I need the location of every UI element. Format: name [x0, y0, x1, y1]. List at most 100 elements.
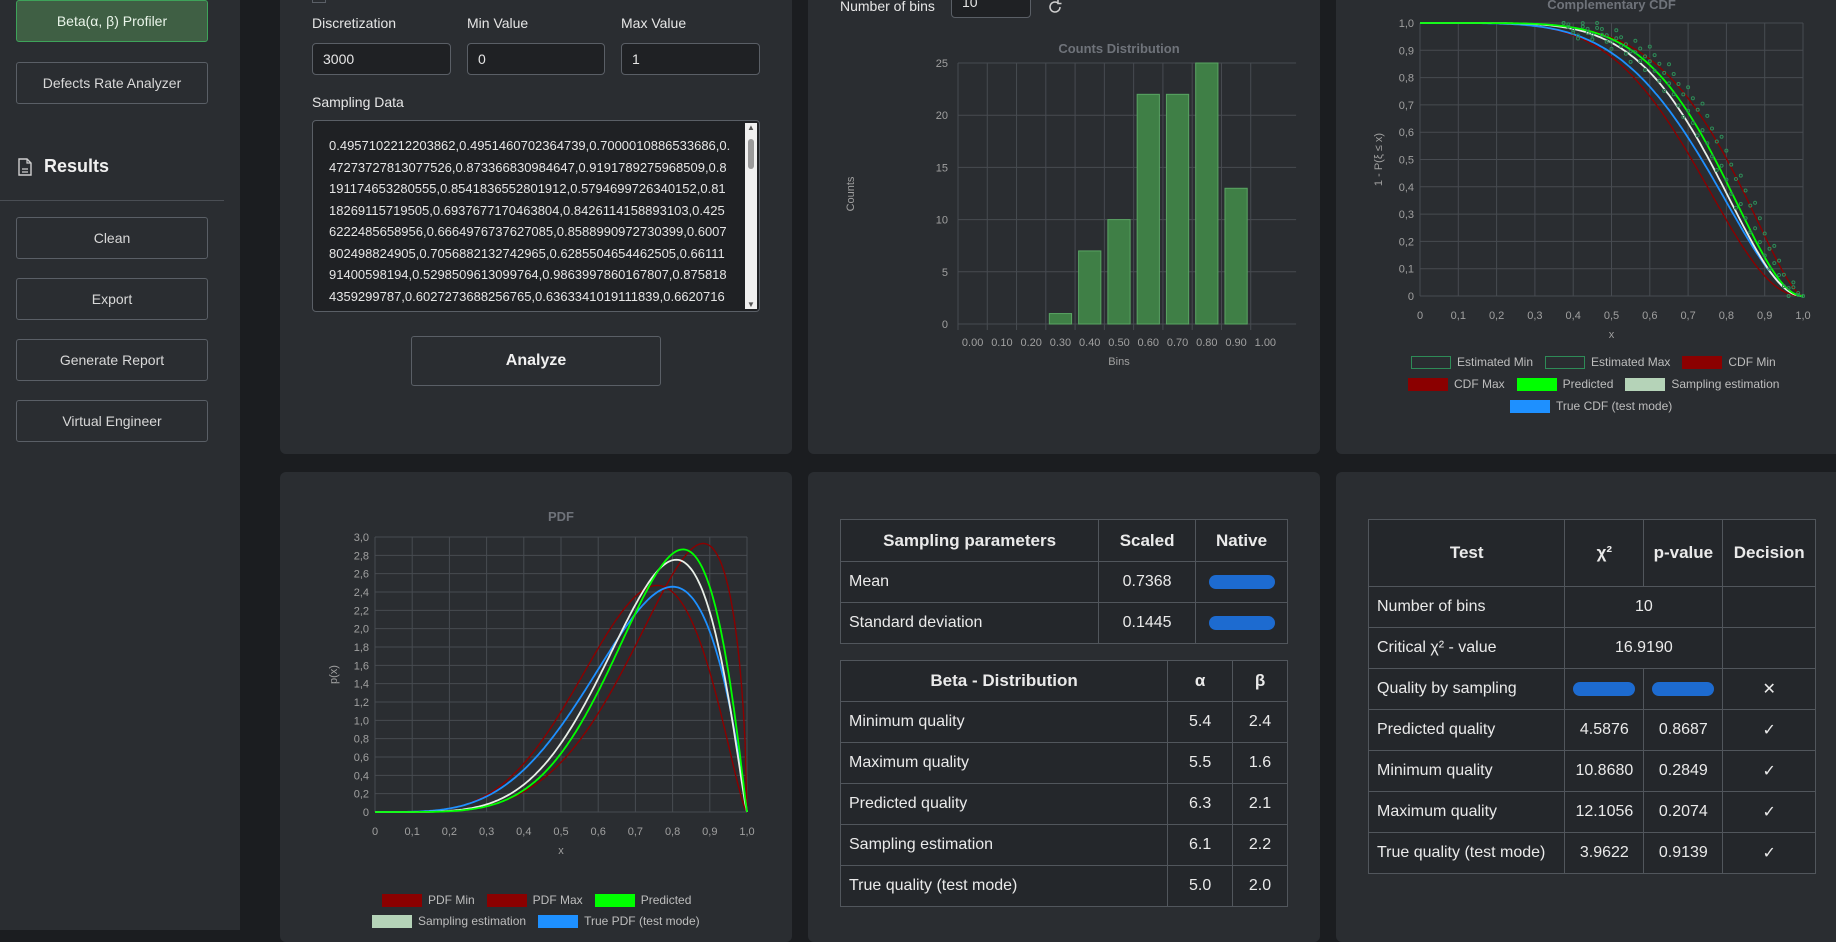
number-of-bins-input[interactable]: 10	[951, 0, 1031, 18]
x-tick-label: 0,5	[553, 826, 568, 838]
checkbox[interactable]	[312, 0, 326, 3]
x-tick-label: 1,0	[739, 826, 754, 838]
x-tick-label: 0,2	[1489, 310, 1504, 322]
x-tick-label: 0.50	[1108, 337, 1129, 349]
sampling-data-textarea[interactable]: 0.4957102212203862,0.4951460702364739,0.…	[312, 120, 760, 312]
sidebar-divider	[0, 200, 224, 201]
table-row: Number of bins 10	[1367, 586, 1816, 628]
defects-rate-analyzer-button[interactable]: Defects Rate Analyzer	[16, 62, 208, 104]
legend-label: Estimated Min	[1457, 355, 1534, 369]
critical-label: Critical χ² - value	[1367, 627, 1566, 669]
textarea-scrollbar[interactable]: ▲ ▼	[745, 123, 757, 309]
y-tick-label: 0,7	[1399, 100, 1414, 112]
legend-label: True CDF (test mode)	[1556, 399, 1673, 413]
legend-label: CDF Min	[1728, 355, 1776, 369]
bar	[1224, 187, 1248, 325]
y-tick-label: 0	[1408, 291, 1414, 303]
x-tick-label: 0	[1417, 310, 1423, 322]
refresh-icon[interactable]	[1046, 0, 1064, 16]
min-value-label: Min Value	[467, 15, 529, 31]
beta-value: 2.2	[1232, 824, 1288, 866]
beta-header: β	[1232, 660, 1288, 702]
legend-swatch	[382, 893, 422, 907]
table-row: Predicted quality 6.3 2.1	[839, 783, 1288, 825]
y-tick-label: 1,2	[354, 697, 369, 709]
alpha-value: 5.5	[1167, 742, 1234, 784]
x-tick-label: 0,7	[628, 826, 643, 838]
row-label: Minimum quality	[839, 701, 1169, 743]
table-row: Minimum quality 5.4 2.4	[839, 701, 1288, 743]
bar	[1136, 93, 1160, 325]
legend-label: Predicted	[1562, 377, 1614, 391]
chart-title: PDF	[548, 509, 574, 524]
x-tick-label: 0,7	[1680, 310, 1695, 322]
legend-swatch	[594, 893, 635, 907]
x-tick-label: 0.80	[1196, 337, 1217, 349]
y-tick-label: 0,6	[1399, 127, 1414, 139]
y-tick-label: 20	[936, 110, 948, 122]
x-tick-label: 0.90	[1225, 337, 1246, 349]
x-tick-label: 0	[372, 826, 378, 838]
min-value-input[interactable]: 0	[467, 43, 605, 75]
sampling-chi-redacted	[1564, 668, 1645, 710]
analyze-button[interactable]: Analyze	[411, 336, 661, 386]
clean-button[interactable]: Clean	[16, 217, 208, 259]
legend-swatch	[1411, 355, 1451, 369]
scroll-thumb[interactable]	[748, 139, 754, 169]
generate-report-button[interactable]: Generate Report	[16, 339, 208, 381]
beta-profiler-button[interactable]: Beta(α, β) Profiler	[16, 0, 208, 42]
chart-title: Complementary CDF	[1547, 0, 1676, 12]
legend-label: CDF Max	[1454, 377, 1505, 391]
legend-row: Sampling estimation True PDF (test mode)	[372, 914, 706, 928]
table-row: Predicted quality 4.5876 0.8687 ✓	[1367, 709, 1816, 751]
export-button[interactable]: Export	[16, 278, 208, 320]
sampling-data-text: 0.4957102212203862,0.4951460702364739,0.…	[329, 138, 731, 311]
legend-row: PDF Min PDF Max Predicted	[382, 893, 697, 907]
sampling-quality-label: Quality by sampling	[1367, 668, 1566, 710]
alpha-value: 5.0	[1167, 865, 1234, 907]
row-label: Predicted quality	[1367, 709, 1566, 751]
scroll-down-icon[interactable]: ▼	[745, 300, 757, 309]
table-row: Sampling estimation 6.1 2.2	[839, 824, 1288, 866]
y-tick-label: 1,0	[354, 715, 369, 727]
virtual-engineer-button[interactable]: Virtual Engineer	[16, 400, 208, 442]
y-tick-label: 0	[942, 319, 948, 331]
chi-value: 3.9622	[1564, 832, 1645, 874]
y-tick-label: 0,8	[354, 734, 369, 746]
max-value-label: Max Value	[621, 15, 687, 31]
p-value-header: p-value	[1643, 519, 1724, 587]
legend-label: Sampling estimation	[418, 914, 527, 928]
x-tick-label: 1,0	[1795, 310, 1810, 322]
y-tick-label: 2,2	[354, 605, 369, 617]
y-tick-label: 0,4	[354, 770, 369, 782]
y-tick-label: 10	[936, 215, 948, 227]
beta-dist-header: Beta - Distribution	[839, 660, 1169, 702]
scroll-up-icon[interactable]: ▲	[745, 123, 757, 132]
y-tick-label: 5	[942, 267, 948, 279]
beta-value: 1.6	[1232, 742, 1288, 784]
y-tick-label: 0,2	[354, 789, 369, 801]
row-label: Predicted quality	[839, 783, 1169, 825]
check-icon: ✓	[1722, 750, 1816, 792]
results-title: Results	[44, 156, 110, 176]
bar	[1107, 219, 1131, 325]
beta-value: 2.1	[1232, 783, 1288, 825]
x-tick-label: 0,1	[405, 826, 420, 838]
pdf-chart: PDF 0 0,2 0,4 0,6 0,8 1,0 1,2 1,4 1,6 1,8 2,0 2,2 2,4…	[328, 509, 755, 857]
bins-label: Number of bins	[1367, 586, 1566, 628]
std-scaled: 0.1445	[1098, 602, 1197, 644]
std-native-redacted	[1195, 602, 1288, 644]
discretization-input[interactable]: 3000	[312, 43, 451, 75]
params-header: Sampling parameters	[839, 519, 1100, 562]
legend-swatch	[1510, 399, 1550, 413]
scaled-header: Scaled	[1098, 519, 1197, 562]
max-value-input[interactable]: 1	[621, 43, 760, 75]
mean-native-redacted	[1195, 561, 1288, 603]
x-tick-label: 0.30	[1050, 337, 1071, 349]
x-tick-label: 0,5	[1604, 310, 1619, 322]
decision-header: Decision	[1722, 519, 1816, 587]
chi-value: 12.1056	[1564, 791, 1645, 833]
empty-cell	[1722, 627, 1816, 669]
critical-value: 16.9190	[1564, 627, 1724, 669]
x-axis-label: x	[558, 845, 564, 857]
